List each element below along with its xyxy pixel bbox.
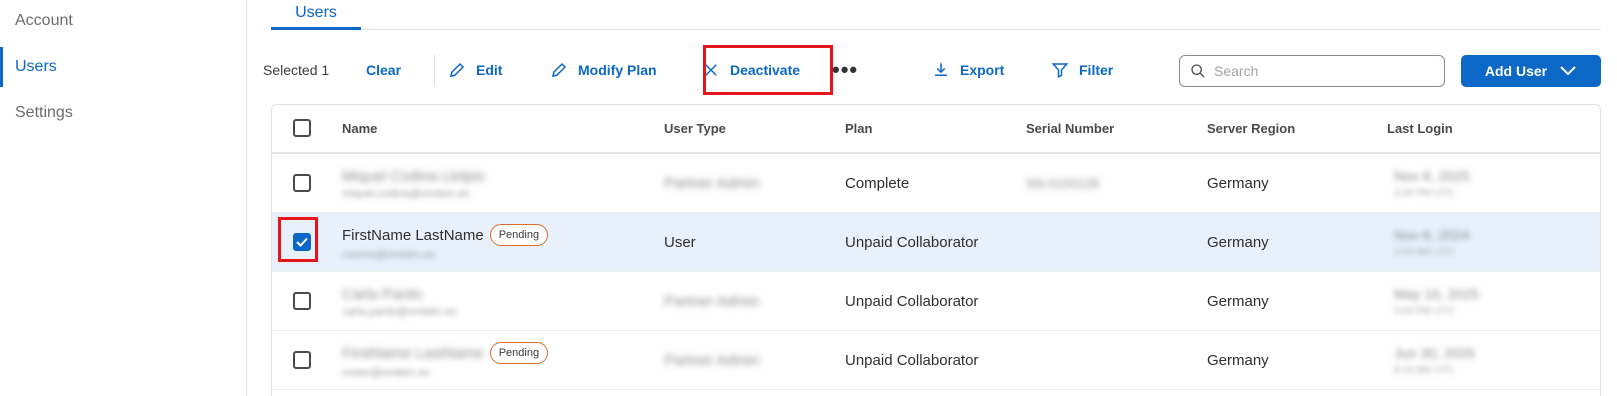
sidebar-item-account[interactable]: Account: [0, 1, 246, 41]
user-name: Carla Pardo: [342, 285, 423, 303]
clear-label: Clear: [366, 62, 402, 78]
sidebar-item-users[interactable]: Users: [0, 47, 246, 87]
column-header-server-region[interactable]: Server Region: [1207, 105, 1295, 152]
table-row[interactable]: FirstName LastName Pending roster@ombtm.…: [272, 331, 1600, 390]
user-email: marina@ombtm.es: [342, 249, 436, 261]
more-actions-button[interactable]: •••: [832, 48, 858, 92]
sidebar-item-settings[interactable]: Settings: [0, 93, 246, 133]
modify-plan-button[interactable]: Modify Plan: [550, 48, 657, 92]
edit-label: Edit: [476, 62, 503, 78]
selected-count: Selected 1: [263, 62, 330, 78]
column-header-serial-number[interactable]: Serial Number: [1026, 105, 1114, 152]
download-icon: [935, 63, 947, 76]
plan-cell: Unpaid Collaborator: [845, 293, 979, 310]
toolbar: Selected 1 Clear Edit Modify Plan Deacti…: [263, 45, 1601, 95]
row-checkbox[interactable]: [293, 174, 311, 192]
clear-button[interactable]: Clear: [366, 48, 401, 92]
search-icon: [1191, 64, 1205, 78]
filter-label: Filter: [1079, 62, 1114, 78]
user-email: carla.pardo@ombtm.es: [342, 305, 457, 318]
serial-number-cell: SN-0150128: [1026, 176, 1099, 191]
export-button[interactable]: Export: [932, 48, 1004, 92]
user-name: FirstName LastName: [342, 344, 484, 362]
name-cell: FirstName LastName Pending roster@ombtm.…: [342, 331, 549, 390]
select-all-checkbox[interactable]: [293, 119, 311, 137]
last-login-cell: Jun 30, 2025 8:15 AM UTC: [1394, 331, 1475, 390]
last-login-date: Nov 6, 2025: [1394, 168, 1470, 184]
name-cell: Carla Pardo carla.pardo@ombtm.es: [342, 272, 457, 331]
export-label: Export: [960, 62, 1005, 78]
user-type-cell: Partner Admin: [664, 175, 760, 192]
column-header-plan[interactable]: Plan: [845, 105, 872, 152]
edit-button[interactable]: Edit: [448, 48, 502, 92]
user-type-cell: Partner Admin: [664, 293, 760, 310]
last-login-time: 3:03 PM UTC: [1394, 306, 1455, 317]
user-name: Miquel Codina Llelpis: [342, 167, 485, 185]
server-region-cell: Germany: [1207, 293, 1269, 310]
close-icon: [705, 64, 717, 76]
filter-button[interactable]: Filter: [1051, 48, 1113, 92]
row-checkbox[interactable]: [293, 292, 311, 310]
last-login-date: Jun 30, 2025: [1394, 345, 1475, 361]
row-checkbox[interactable]: [293, 351, 311, 369]
user-email: roster@ombtm.es: [342, 367, 430, 379]
deactivate-label: Deactivate: [730, 62, 801, 78]
plan-cell: Complete: [845, 175, 910, 192]
checkmark-icon: [296, 237, 308, 247]
user-type-cell: Partner Admin: [664, 352, 760, 369]
pending-badge: Pending: [489, 342, 549, 364]
name-cell: FirstName LastName Pending marina@ombtm.…: [342, 213, 549, 272]
user-type-cell: User: [664, 234, 696, 251]
tab-users[interactable]: Users: [271, 0, 361, 30]
users-table: Name User Type Plan Serial Number Server…: [271, 104, 1601, 396]
user-name: FirstName LastName: [342, 226, 484, 244]
pencil-icon: [552, 62, 567, 77]
column-header-last-login[interactable]: Last Login: [1387, 105, 1453, 152]
add-user-button[interactable]: Add User: [1461, 55, 1601, 87]
sidebar: Account Users Settings: [0, 0, 247, 396]
table-row[interactable]: Miquel Codina Llelpis miquel.codina@ombt…: [272, 154, 1600, 213]
last-login-time: 3:34 PM UTC: [1394, 188, 1455, 199]
last-login-time: 3:03 AM UTC: [1394, 247, 1455, 258]
toolbar-divider: [434, 55, 435, 85]
last-login-cell: Nov 6, 2024 3:03 AM UTC: [1394, 213, 1470, 272]
column-header-name[interactable]: Name: [342, 105, 377, 152]
last-login-cell: May 10, 2025 3:03 PM UTC: [1394, 272, 1479, 331]
table-header: Name User Type Plan Serial Number Server…: [272, 105, 1600, 154]
plan-cell: Unpaid Collaborator: [845, 352, 979, 369]
server-region-cell: Germany: [1207, 175, 1269, 192]
plan-cell: Unpaid Collaborator: [845, 234, 979, 251]
add-user-label: Add User: [1484, 63, 1548, 79]
pencil-icon: [450, 62, 465, 77]
table-row-selected[interactable]: FirstName LastName Pending marina@ombtm.…: [272, 213, 1600, 272]
user-email: miquel.codina@ombtm.es: [342, 187, 470, 200]
server-region-cell: Germany: [1207, 234, 1269, 251]
last-login-date: May 10, 2025: [1394, 286, 1479, 302]
pending-badge: Pending: [489, 224, 549, 246]
server-region-cell: Germany: [1207, 352, 1269, 369]
search-field[interactable]: [1179, 55, 1445, 87]
row-checkbox-checked[interactable]: [293, 233, 311, 251]
name-cell: Miquel Codina Llelpis miquel.codina@ombt…: [342, 154, 485, 213]
table-row[interactable]: Carla Pardo carla.pardo@ombtm.es Partner…: [272, 272, 1600, 331]
last-login-date: Nov 6, 2024: [1394, 227, 1470, 243]
tab-bar: Users: [271, 0, 1601, 30]
modify-plan-label: Modify Plan: [578, 62, 657, 78]
filter-icon: [1051, 63, 1069, 78]
last-login-cell: Nov 6, 2025 3:34 PM UTC: [1394, 154, 1470, 213]
search-input[interactable]: [1214, 63, 1424, 79]
deactivate-button[interactable]: Deactivate: [702, 48, 800, 92]
last-login-time: 8:15 AM UTC: [1394, 365, 1455, 376]
column-header-user-type[interactable]: User Type: [664, 105, 726, 152]
chevron-down-icon: [1560, 66, 1576, 76]
